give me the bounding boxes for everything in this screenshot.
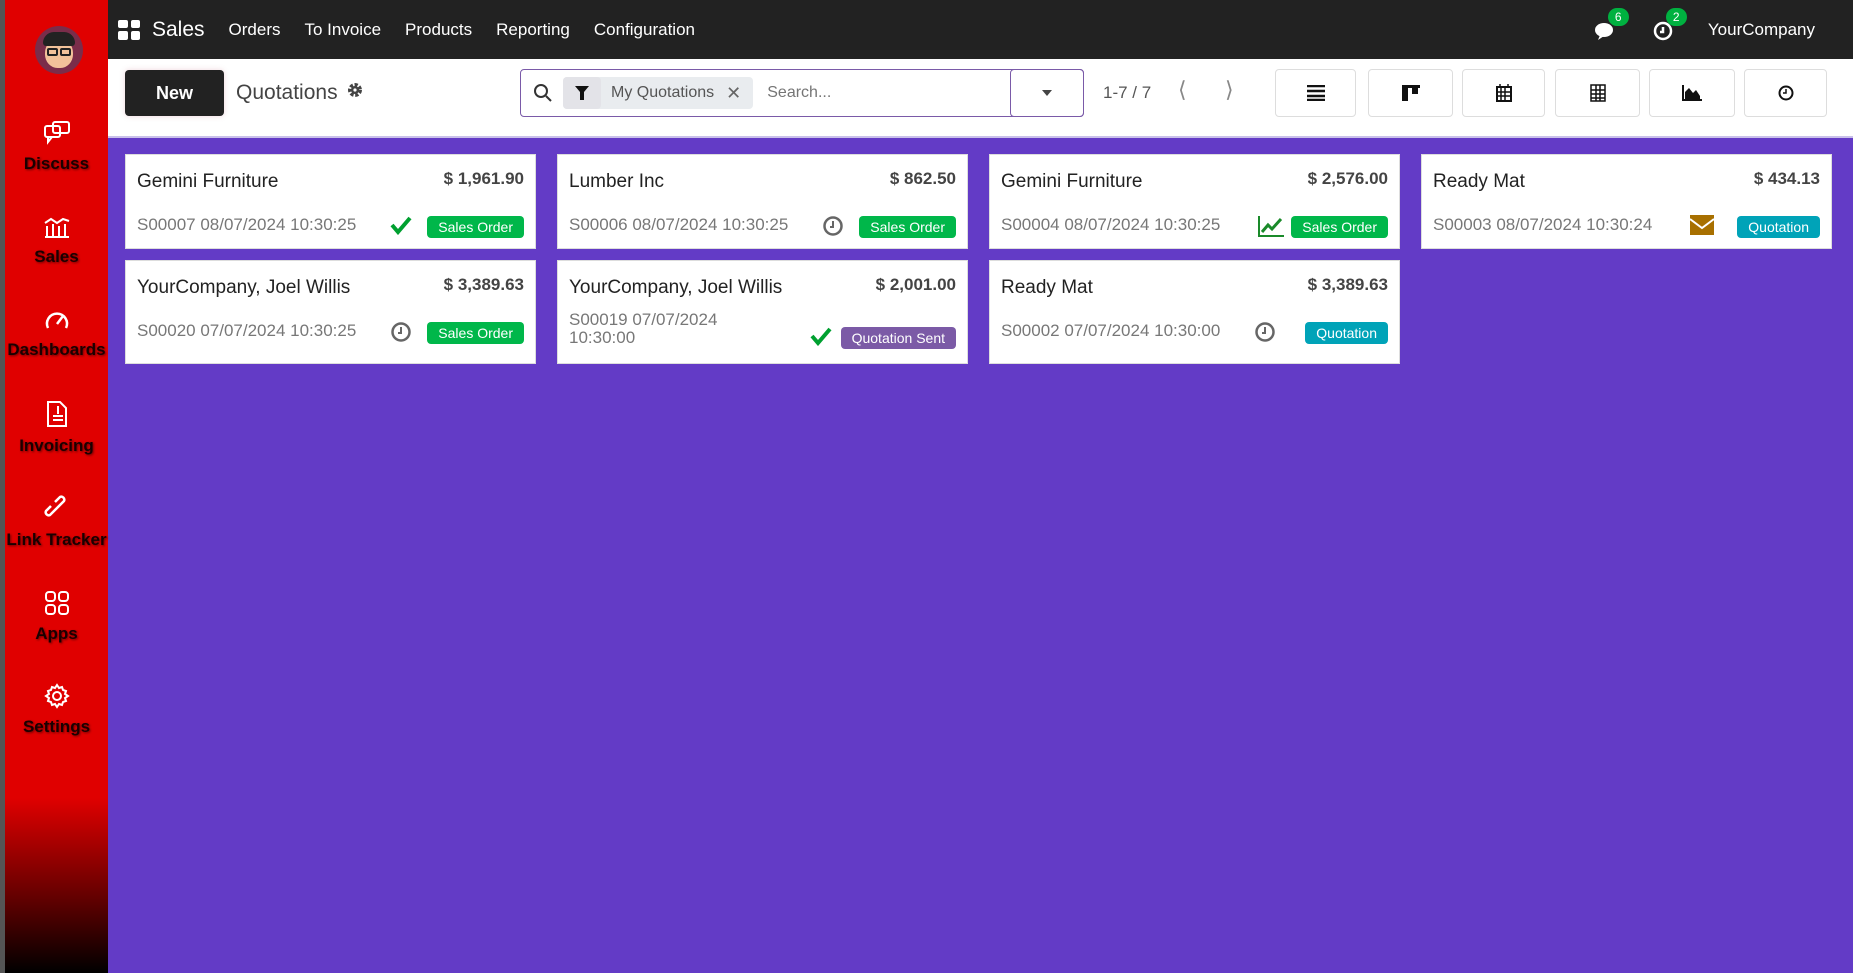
kanban-card[interactable]: Gemini Furniture $ 2,576.00 S00004 08/07…	[989, 154, 1400, 249]
messages-badge: 6	[1607, 7, 1629, 26]
sidebar-item-apps[interactable]: Apps	[5, 590, 108, 644]
customer-name: Ready Mat	[1001, 277, 1093, 298]
status-badge: Sales Order	[1291, 216, 1388, 238]
control-panel: New Quotations My Quotations ✕ 1-7 / 7 ⟨…	[108, 59, 1853, 138]
company-switcher[interactable]: YourCompany	[1708, 20, 1815, 40]
kanban-board: Gemini Furniture $ 1,961.90 S00007 08/07…	[125, 154, 1832, 364]
clock-icon	[1778, 85, 1793, 101]
clock-icon[interactable]	[390, 321, 414, 345]
clock-icon[interactable]	[1254, 321, 1278, 345]
apps-icon	[44, 591, 69, 615]
user-avatar[interactable]	[35, 26, 83, 74]
kanban-card[interactable]: Ready Mat $ 434.13 S00003 08/07/2024 10:…	[1421, 154, 1832, 249]
area-chart-icon	[1682, 85, 1702, 101]
sidebar-item-sales[interactable]: Sales	[5, 215, 108, 267]
status-badge: Quotation	[1737, 216, 1820, 238]
view-kanban-button[interactable]	[1368, 69, 1453, 117]
gear-icon	[43, 683, 70, 709]
messages-button[interactable]: 6	[1594, 7, 1629, 42]
pivot-table-icon	[1589, 84, 1606, 102]
kanban-card[interactable]: Gemini Furniture $ 1,961.90 S00007 08/07…	[125, 154, 536, 249]
envelope-icon[interactable]	[1689, 215, 1715, 239]
activities-badge: 2	[1665, 7, 1687, 26]
calendar-icon	[1495, 84, 1512, 102]
pager-value[interactable]: 1-7 / 7	[1103, 83, 1151, 103]
menu-orders[interactable]: Orders	[229, 20, 281, 40]
list-icon	[1306, 85, 1325, 101]
check-icon[interactable]	[390, 215, 414, 239]
search-icon[interactable]	[533, 83, 553, 103]
check-icon[interactable]	[810, 326, 834, 350]
customer-name: Gemini Furniture	[1001, 171, 1143, 192]
status-badge: Quotation	[1305, 322, 1388, 344]
chat-icon	[43, 121, 70, 145]
sales-chart-icon	[43, 217, 69, 238]
order-amount: $ 3,389.63	[1307, 275, 1388, 294]
view-graph-button[interactable]	[1649, 69, 1735, 117]
order-amount: $ 3,389.63	[443, 275, 524, 294]
kanban-card[interactable]: Lumber Inc $ 862.50 S00006 08/07/2024 10…	[557, 154, 968, 249]
sidebar-item-invoicing[interactable]: Invoicing	[5, 400, 108, 456]
line-chart-icon[interactable]	[1258, 215, 1284, 239]
top-navbar: Sales Orders To Invoice Products Reporti…	[108, 0, 1853, 59]
order-reference: S00007 08/07/2024 10:30:25	[137, 215, 357, 234]
menu-configuration[interactable]: Configuration	[594, 20, 695, 40]
order-amount: $ 2,576.00	[1307, 169, 1388, 188]
gauge-icon	[45, 312, 68, 329]
order-amount: $ 2,001.00	[875, 275, 956, 294]
kanban-card[interactable]: YourCompany, Joel Willis $ 2,001.00 S000…	[557, 260, 968, 364]
customer-name: Lumber Inc	[569, 171, 665, 192]
sidebar-item-dashboards[interactable]: Dashboards	[5, 308, 108, 360]
order-reference: S00003 08/07/2024 10:30:24	[1433, 215, 1653, 234]
kanban-card[interactable]: YourCompany, Joel Willis $ 3,389.63 S000…	[125, 260, 536, 364]
sidebar-item-settings[interactable]: Settings	[5, 683, 108, 737]
order-reference: S00020 07/07/2024 10:30:25	[137, 321, 357, 340]
app-sidebar: Discuss Sales Dashboards Invoicing Link …	[0, 0, 108, 973]
customer-name: Gemini Furniture	[137, 171, 279, 192]
invoice-icon	[46, 401, 67, 427]
sidebar-item-discuss[interactable]: Discuss	[5, 120, 108, 174]
link-icon	[43, 495, 66, 517]
menu-products[interactable]: Products	[405, 20, 472, 40]
order-reference: S00006 08/07/2024 10:30:25	[569, 215, 789, 234]
view-pivot-button[interactable]	[1555, 69, 1640, 117]
caret-down-icon	[1042, 90, 1052, 96]
app-name[interactable]: Sales	[152, 18, 205, 42]
app-menu-icon[interactable]	[118, 19, 140, 40]
clock-icon[interactable]	[822, 215, 846, 239]
view-calendar-button[interactable]	[1462, 69, 1545, 117]
view-list-button[interactable]	[1275, 69, 1356, 117]
customer-name: YourCompany, Joel Willis	[137, 277, 351, 298]
status-badge: Sales Order	[427, 216, 524, 238]
search-bar: My Quotations ✕	[520, 69, 1084, 117]
order-amount: $ 1,961.90	[443, 169, 524, 188]
search-facet: My Quotations ✕	[563, 77, 754, 109]
order-reference: S00019 07/07/2024 10:30:00	[569, 310, 718, 347]
gear-icon[interactable]	[347, 82, 363, 98]
order-reference: S00002 07/07/2024 10:30:00	[1001, 321, 1221, 340]
customer-name: YourCompany, Joel Willis	[569, 277, 783, 298]
kanban-icon	[1401, 85, 1420, 101]
pager-previous-icon[interactable]: ⟨	[1178, 77, 1187, 103]
kanban-card[interactable]: Ready Mat $ 3,389.63 S00002 07/07/2024 1…	[989, 260, 1400, 364]
sidebar-item-link-tracker[interactable]: Link Tracker	[5, 494, 108, 550]
search-input[interactable]	[767, 84, 978, 102]
status-badge: Sales Order	[859, 216, 956, 238]
search-options-toggle[interactable]	[1010, 69, 1084, 117]
order-amount: $ 862.50	[889, 169, 956, 188]
activities-button[interactable]: 2	[1652, 7, 1687, 42]
customer-name: Ready Mat	[1433, 171, 1525, 192]
menu-reporting[interactable]: Reporting	[496, 20, 570, 40]
page-title: Quotations	[236, 81, 363, 105]
order-amount: $ 434.13	[1753, 169, 1820, 188]
view-activity-button[interactable]	[1744, 69, 1827, 117]
remove-facet-icon[interactable]: ✕	[726, 83, 741, 104]
order-reference: S00004 08/07/2024 10:30:25	[1001, 215, 1221, 234]
menu-to-invoice[interactable]: To Invoice	[305, 20, 382, 40]
status-badge: Sales Order	[427, 322, 524, 344]
new-button[interactable]: New	[125, 70, 224, 116]
filter-icon	[575, 86, 589, 100]
status-badge: Quotation Sent	[840, 327, 956, 349]
pager-next-icon[interactable]: ⟩	[1225, 77, 1234, 103]
